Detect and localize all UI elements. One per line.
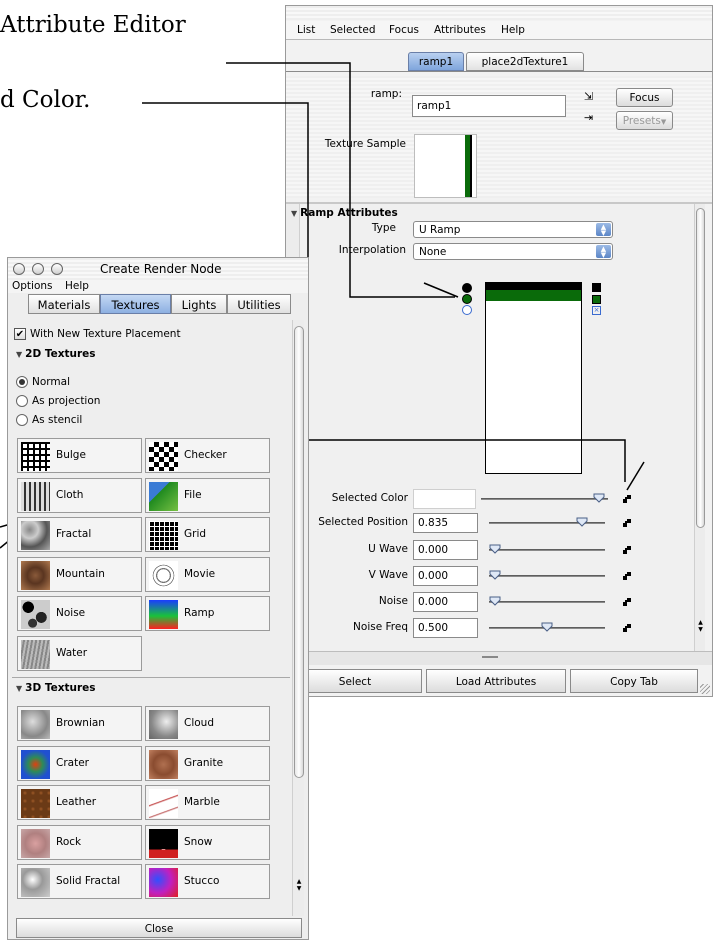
texture-placement-checkbox[interactable]: ✔ [14,328,26,340]
texture-item-label: Rock [56,835,82,848]
texture-item-label: Snow [184,835,213,848]
grid-icon [149,521,178,550]
texture-item-checker[interactable]: Checker [145,438,270,473]
marble-icon [149,789,178,818]
texture-item-label: Bulge [56,449,86,461]
callout-arrow-color [626,461,645,491]
texture-item-label: Movie [184,567,216,580]
water-icon [21,639,50,669]
texture-item-solid-fractal[interactable]: Solid Fractal [17,864,142,899]
radio-as-stencil-label: As stencil [32,414,83,426]
movie-icon [149,560,178,590]
section-2d-title: 2D Textures [25,348,96,360]
tab-textures[interactable]: Textures [100,294,171,314]
tab-utilities[interactable]: Utilities [227,294,291,314]
texture-item-crater[interactable]: Crater [17,745,142,781]
tab-lights[interactable]: Lights [171,294,227,314]
texture-item-label: Leather [56,796,97,808]
texture-item-leather[interactable]: Leather [17,785,142,820]
granite-icon [149,749,178,779]
close-window-icon[interactable] [13,263,25,275]
texture-item-brownian[interactable]: Brownian [17,706,142,741]
radio-as-projection[interactable] [16,395,28,407]
texture-item-bulge[interactable]: Bulge [17,438,142,473]
radio-normal[interactable] [16,376,28,388]
texture-item-rock[interactable]: Rock [17,824,142,860]
cloud-icon [149,710,178,739]
texture-item-label: Stucco [184,875,220,887]
minimize-window-icon[interactable] [32,263,44,275]
texture-item-label: Grid [184,528,207,540]
texture-item-movie[interactable]: Movie [145,556,270,592]
solid-fractal-icon [21,868,50,897]
texture-item-cloth[interactable]: Cloth [17,477,142,513]
texture-item-label: Solid Fractal [56,875,121,887]
callout-arrow-top [423,282,459,298]
create-render-node-window: Create Render Node Options Help Material… [7,257,309,940]
zoom-window-icon[interactable] [51,263,63,275]
render-node-titlebar[interactable]: Create Render Node [8,258,308,280]
close-button[interactable]: Close [16,918,302,938]
collapse-triangle-icon: ▼ [16,684,23,693]
stucco-icon [149,868,178,897]
texture-item-label: Noise [56,607,86,619]
rock-icon [21,828,50,858]
tab-materials[interactable]: Materials [28,294,100,314]
texture-item-label: Mountain [56,567,105,580]
section-3d-title: 3D Textures [25,682,96,694]
section-3d-textures[interactable]: ▼ 3D Textures [16,682,96,694]
render-node-menubar: Options Help [8,280,308,293]
texture-item-ramp[interactable]: Ramp [145,596,270,631]
menu-options[interactable]: Options [12,280,53,292]
texture-item-cloud[interactable]: Cloud [145,706,270,741]
texture-item-label: Cloth [56,488,84,501]
texture-item-label: Water [56,646,88,659]
texture-item-snow[interactable]: Snow [145,824,270,860]
render-node-scroll-thumb[interactable] [294,326,304,778]
fractal-icon [21,521,50,550]
texture-placement-label: With New Texture Placement [30,328,181,340]
texture-item-label: Brownian [56,717,105,729]
radio-normal-label: Normal [32,376,70,388]
mountain-icon [21,560,50,590]
bulge-icon [21,442,50,471]
render-node-scrollbar[interactable]: ▲ ▼ [292,320,304,916]
texture-item-label: Crater [56,756,89,769]
texture-item-fractal[interactable]: Fractal [17,517,142,552]
texture-item-grid[interactable]: Grid [145,517,270,552]
noise-icon [21,600,50,629]
menu-help-render[interactable]: Help [65,280,89,292]
texture-item-label: Fractal [56,528,92,540]
ramp-icon [149,600,178,629]
leather-icon [21,789,50,818]
file-icon [149,481,178,511]
texture-item-label: Cloud [184,717,214,729]
brownian-icon [21,710,50,739]
cloth-icon [21,481,50,511]
texture-item-file[interactable]: File [145,477,270,513]
texture-item-water[interactable]: Water [17,635,142,671]
texture-item-label: Marble [184,796,220,808]
render-node-title: Create Render Node [100,262,222,276]
checker-icon [149,442,178,471]
texture-item-noise[interactable]: Noise [17,596,142,631]
crater-icon [21,749,50,779]
section-2d-textures[interactable]: ▼ 2D Textures [16,348,96,360]
texture-item-label: Ramp [184,607,215,619]
texture-item-label: File [184,488,202,501]
radio-as-projection-label: As projection [32,395,101,407]
texture-item-label: Checker [184,449,227,461]
texture-list-panel: ▼ 2D Textures Normal As projection As ste… [12,346,290,916]
texture-item-label: Granite [184,756,224,769]
texture-item-granite[interactable]: Granite [145,745,270,781]
texture-item-stucco[interactable]: Stucco [145,864,270,899]
collapse-triangle-icon: ▼ [16,350,23,359]
radio-as-stencil[interactable] [16,414,28,426]
snow-icon [149,828,178,858]
texture-item-mountain[interactable]: Mountain [17,556,142,592]
texture-item-marble[interactable]: Marble [145,785,270,820]
scroll-arrows-icon[interactable]: ▲ ▼ [294,878,304,892]
